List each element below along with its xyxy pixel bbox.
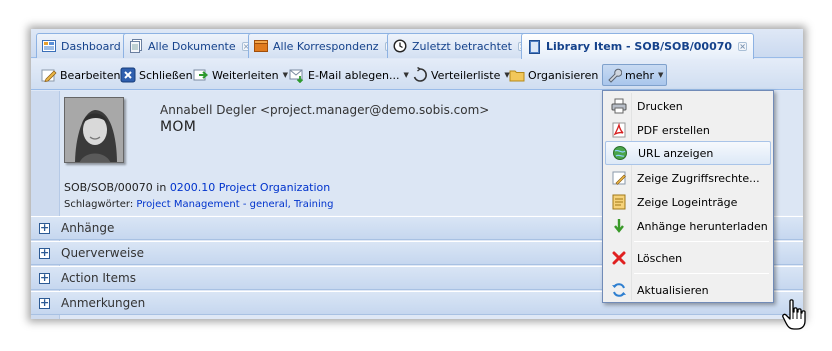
tab-label: Library Item - SOB/SOB/00070 [546, 40, 733, 53]
expand-plus-icon[interactable]: + [39, 222, 50, 234]
keywords-line: Schlagwörter: Project Management - gener… [64, 199, 333, 210]
refresh-icon [612, 283, 626, 297]
close-icon[interactable]: × [738, 42, 748, 51]
printer-icon [611, 98, 627, 114]
tab-library-item[interactable]: Library Item - SOB/SOB/00070 × [521, 33, 755, 59]
edit-button-label: Bearbeiten [60, 68, 121, 82]
close-document-button[interactable]: Schließen [120, 64, 193, 86]
close-x-icon [120, 67, 136, 83]
expand-plus-icon[interactable]: + [39, 272, 50, 284]
chevron-down-icon: ▼ [657, 71, 664, 79]
keywords-label: Schlagwörter: [64, 199, 134, 210]
more-dropdown-menu: Drucken PDF erstellen URL anzeigen Zeige… [602, 90, 774, 303]
menu-item-label: Zeige Zugriffsrechte... [637, 171, 760, 185]
pdf-icon [612, 122, 626, 138]
edit-button[interactable]: Bearbeiten [41, 64, 120, 86]
menu-item-download-attachments[interactable]: Anhänge herunterladen [605, 214, 771, 238]
forward-button[interactable]: Weiterleiten ▼ [193, 64, 288, 86]
distribution-list-label: Verteilerliste [431, 68, 501, 82]
menu-separator [634, 273, 769, 274]
section-label: Anhänge [61, 221, 115, 235]
expand-plus-icon[interactable]: + [39, 247, 50, 259]
document-subject: MOM [160, 119, 197, 135]
tab-label: Alle Korrespondenz [273, 39, 379, 53]
close-button-label: Schließen [139, 68, 193, 82]
more-button-label: mehr [625, 68, 654, 82]
log-icon [612, 194, 626, 210]
menu-item-label: Anhänge herunterladen [637, 219, 768, 233]
author-photo [65, 98, 123, 162]
tab-label: Alle Dokumente [148, 39, 236, 53]
section-label: Action Items [61, 271, 136, 285]
menu-item-show-permissions[interactable]: Zeige Zugriffsrechte... [605, 166, 771, 190]
menu-item-show-url[interactable]: URL anzeigen [605, 141, 771, 165]
library-item-icon [529, 39, 540, 54]
menu-item-create-pdf[interactable]: PDF erstellen [605, 118, 771, 142]
correspondence-icon [254, 40, 268, 52]
menu-item-label: Aktualisieren [637, 283, 709, 297]
tab-strip: Dashboard Alle Dokumente × Alle Korrespo… [31, 29, 803, 59]
tab-recently-viewed[interactable]: Zuletzt betrachtet × [387, 33, 534, 58]
chevron-down-icon: ▼ [282, 71, 288, 79]
menu-item-label: Löschen [637, 251, 683, 265]
keywords-links[interactable]: Project Management - general, Training [136, 199, 333, 210]
menu-item-label: Drucken [637, 99, 683, 113]
email-file-button[interactable]: E-Mail ablegen... ▼ [289, 64, 409, 86]
section-label: Querverweise [61, 246, 144, 260]
menu-item-show-log[interactable]: Zeige Logeinträge [605, 190, 771, 214]
menu-separator [634, 241, 769, 242]
menu-item-delete[interactable]: Löschen [605, 246, 771, 270]
menu-item-label: URL anzeigen [638, 146, 714, 160]
forward-button-label: Weiterleiten [212, 68, 279, 82]
menu-item-refresh[interactable]: Aktualisieren [605, 278, 771, 302]
avatar [64, 97, 124, 163]
folder-icon [509, 70, 525, 82]
documents-icon [130, 39, 142, 53]
tab-label: Zuletzt betrachtet [412, 39, 512, 53]
wrench-icon [608, 68, 622, 83]
document-id: SOB/SOB/00070 [64, 181, 153, 194]
expand-plus-icon[interactable]: + [39, 297, 50, 309]
organize-button[interactable]: Organisieren ▼ [509, 64, 608, 86]
delete-x-icon [612, 251, 626, 265]
more-button[interactable]: mehr ▼ [602, 64, 668, 86]
toolbar: Bearbeiten Schließen Weiterleiten ▼ E-Ma… [31, 59, 803, 90]
tab-all-correspondence[interactable]: Alle Korrespondenz × [248, 33, 401, 58]
download-arrow-icon [614, 219, 624, 233]
forward-icon [193, 69, 209, 81]
organize-button-label: Organisieren [528, 68, 599, 82]
project-link[interactable]: 0200.10 Project Organization [170, 181, 330, 194]
tab-all-documents[interactable]: Alle Dokumente × [123, 33, 258, 58]
url-globe-icon [613, 146, 627, 160]
tab-dashboard[interactable]: Dashboard [36, 33, 128, 58]
chevron-down-icon: ▼ [403, 71, 409, 79]
author: Annabell Degler <project.manager@demo.so… [160, 103, 490, 117]
distribution-list-button[interactable]: Verteilerliste ▼ [412, 64, 510, 86]
permissions-icon [612, 171, 626, 185]
email-file-icon [289, 69, 304, 83]
email-file-button-label: E-Mail ablegen... [308, 68, 400, 82]
menu-item-print[interactable]: Drucken [605, 94, 771, 118]
section-label: Anmerkungen [61, 296, 146, 310]
menu-item-label: Zeige Logeinträge [637, 195, 738, 209]
history-icon [393, 39, 407, 53]
edit-pencil-icon [41, 69, 57, 82]
in-label: in [156, 181, 167, 194]
tab-label: Dashboard [61, 39, 121, 53]
distribution-list-icon [413, 67, 427, 82]
hand-cursor-icon [782, 299, 806, 330]
dashboard-icon [42, 40, 56, 52]
document-id-line: SOB/SOB/00070 in 0200.10 Project Organiz… [64, 181, 330, 194]
menu-item-label: PDF erstellen [637, 123, 710, 137]
